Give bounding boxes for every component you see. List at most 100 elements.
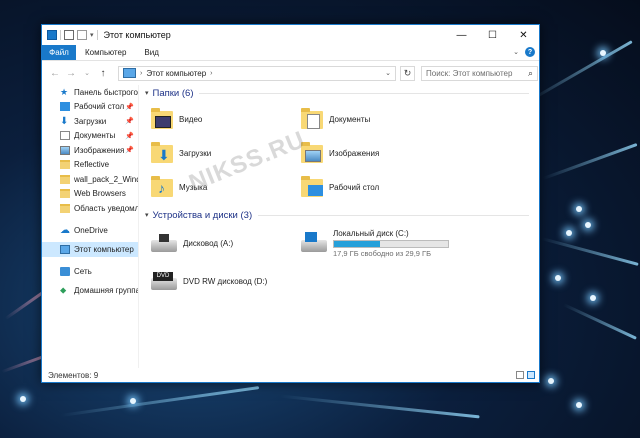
folder-tile-documents[interactable]: Документы: [301, 105, 451, 133]
devices-group-header[interactable]: ▾ Устройства и диски (3): [145, 207, 539, 223]
qat-dropdown-icon[interactable]: ▾: [90, 31, 94, 39]
folder-icon: [60, 189, 70, 199]
sidebar-item-quick-access[interactable]: ★ Панель быстрого доступа: [42, 85, 138, 100]
status-bar: Элементов: 9: [42, 368, 539, 382]
refresh-icon[interactable]: ↻: [400, 65, 415, 81]
tile-label: Дисковод (A:): [183, 238, 234, 248]
documents-folder-icon: [301, 108, 323, 130]
address-bar[interactable]: › Этот компьютер › ⌄: [118, 65, 396, 81]
recent-locations-icon[interactable]: ⌄: [82, 69, 92, 77]
sidebar-item-label: Область уведомлений: [74, 203, 138, 213]
sidebar-item-downloads[interactable]: ⬇ Загрузки 📌: [42, 114, 138, 129]
drive-tile-floppy[interactable]: Дисковод (A:): [151, 229, 301, 257]
this-pc-icon: [123, 68, 136, 78]
sidebar-item-label: Загрузки: [74, 116, 107, 126]
help-icon[interactable]: ?: [525, 47, 535, 57]
window-controls: — ☐ ✕: [446, 25, 539, 45]
dvd-drive-icon: DVD: [151, 270, 177, 292]
quick-access-toolbar: ▾: [42, 30, 98, 40]
tile-label: Локальный диск (C:): [333, 228, 409, 238]
tile-label: Изображения: [329, 148, 380, 158]
pictures-icon: [60, 145, 70, 155]
sidebar-item-homegroup[interactable]: ⬥ Домашняя группа: [42, 283, 138, 298]
drive-tile-dvd[interactable]: DVD DVD RW дисковод (D:): [151, 267, 301, 295]
sidebar-item-label: Изображения: [74, 145, 125, 155]
sidebar-item-notification-area[interactable]: Область уведомлений: [42, 201, 138, 216]
homegroup-icon: ⬥: [60, 284, 67, 295]
content-pane: ▾ Папки (6) Видео Документы ⬇ Загрузки И…: [139, 85, 539, 368]
tab-view[interactable]: Вид: [135, 45, 167, 60]
up-icon[interactable]: ↑: [98, 68, 108, 79]
title-bar: ▾ Этот компьютер — ☐ ✕: [42, 25, 539, 45]
pin-icon: 📌: [125, 103, 134, 111]
large-icons-view-icon[interactable]: [527, 371, 535, 379]
maximize-icon[interactable]: ☐: [477, 25, 508, 45]
item-count: Элементов: 9: [48, 370, 99, 380]
tile-label: Видео: [179, 114, 203, 124]
tab-file[interactable]: Файл: [42, 45, 76, 60]
search-icon: ⌕: [527, 67, 533, 78]
folders-group-header[interactable]: ▾ Папки (6): [145, 85, 539, 101]
folder-tile-desktop[interactable]: Рабочий стол: [301, 173, 451, 201]
folder-tile-pictures[interactable]: Изображения: [301, 139, 451, 167]
breadcrumb[interactable]: Этот компьютер: [146, 69, 206, 78]
breadcrumb-chevron-icon[interactable]: ›: [210, 70, 212, 77]
navigation-bar: ← → ⌄ ↑ › Этот компьютер › ⌄ ↻ Поиск: Эт…: [42, 61, 539, 85]
sidebar-item-network[interactable]: Сеть: [42, 265, 138, 280]
desktop-folder-icon: [301, 176, 323, 198]
capacity-bar-fill: [334, 240, 380, 247]
sidebar-item-label: Рабочий стол: [74, 102, 125, 112]
details-view-icon[interactable]: [516, 371, 524, 379]
floppy-drive-icon: [151, 232, 177, 254]
sidebar-item-label: Домашняя группа: [74, 285, 138, 295]
close-icon[interactable]: ✕: [508, 25, 539, 45]
folder-tile-music[interactable]: ♪ Музыка: [151, 173, 301, 201]
sidebar-item-label: OneDrive: [74, 226, 108, 236]
drive-tile-local-disk[interactable]: Локальный диск (C:) 17,9 ГБ свободно из …: [301, 228, 491, 258]
window-title: Этот компьютер: [103, 30, 171, 40]
pin-icon: 📌: [125, 118, 134, 126]
navigation-pane: ★ Панель быстрого доступа Рабочий стол 📌…: [42, 85, 139, 368]
capacity-bar: [333, 239, 449, 248]
back-icon[interactable]: ←: [50, 68, 60, 79]
forward-icon[interactable]: →: [66, 68, 76, 79]
address-dropdown-icon[interactable]: ⌄: [385, 69, 391, 77]
tile-label: Загрузки: [179, 148, 212, 158]
sidebar-item-web-browsers[interactable]: Web Browsers: [42, 187, 138, 202]
sidebar-item-reflective[interactable]: Reflective: [42, 158, 138, 173]
tile-label: Рабочий стол: [329, 182, 380, 192]
pictures-folder-icon: [301, 142, 323, 164]
folder-tile-downloads[interactable]: ⬇ Загрузки: [151, 139, 301, 167]
properties-icon[interactable]: [64, 30, 74, 40]
breadcrumb-chevron-icon[interactable]: ›: [140, 70, 142, 77]
collapse-chevron-icon[interactable]: ▾: [145, 89, 149, 97]
explorer-window: ▾ Этот компьютер — ☐ ✕ Файл Компьютер Ви…: [41, 24, 540, 383]
sidebar-item-label: Сеть: [74, 267, 92, 277]
qat-separator: [60, 30, 61, 40]
new-folder-icon[interactable]: [77, 30, 87, 40]
sidebar-item-this-pc[interactable]: Этот компьютер: [42, 242, 138, 257]
onedrive-icon: ☁: [60, 225, 70, 237]
sidebar-item-label: Этот компьютер: [74, 244, 134, 254]
qat-separator-2: [96, 30, 98, 40]
folders-grid: Видео Документы ⬇ Загрузки Изображения ♪…: [151, 105, 539, 201]
tab-computer[interactable]: Компьютер: [76, 45, 135, 60]
sidebar-item-desktop[interactable]: Рабочий стол 📌: [42, 100, 138, 115]
group-title: Папки (6): [152, 87, 194, 99]
search-input[interactable]: Поиск: Этот компьютер ⌕: [421, 65, 538, 81]
tile-label: Документы: [329, 114, 371, 124]
pin-icon: 📌: [125, 132, 134, 140]
sidebar-item-wall-pack[interactable]: wall_pack_2_Windows: [42, 172, 138, 187]
expand-ribbon-icon[interactable]: ⌄: [513, 48, 519, 56]
music-folder-icon: ♪: [151, 176, 173, 198]
folder-icon: [60, 174, 70, 184]
sidebar-item-documents[interactable]: Документы 📌: [42, 129, 138, 144]
tile-label: Музыка: [179, 182, 208, 192]
sidebar-item-pictures[interactable]: Изображения 📌: [42, 143, 138, 158]
minimize-icon[interactable]: —: [446, 25, 477, 45]
sidebar-item-label: wall_pack_2_Windows: [74, 174, 138, 184]
collapse-chevron-icon[interactable]: ▾: [145, 211, 149, 219]
folder-tile-videos[interactable]: Видео: [151, 105, 301, 133]
sidebar-item-onedrive[interactable]: ☁ OneDrive: [42, 224, 138, 239]
explorer-icon: [47, 30, 57, 40]
